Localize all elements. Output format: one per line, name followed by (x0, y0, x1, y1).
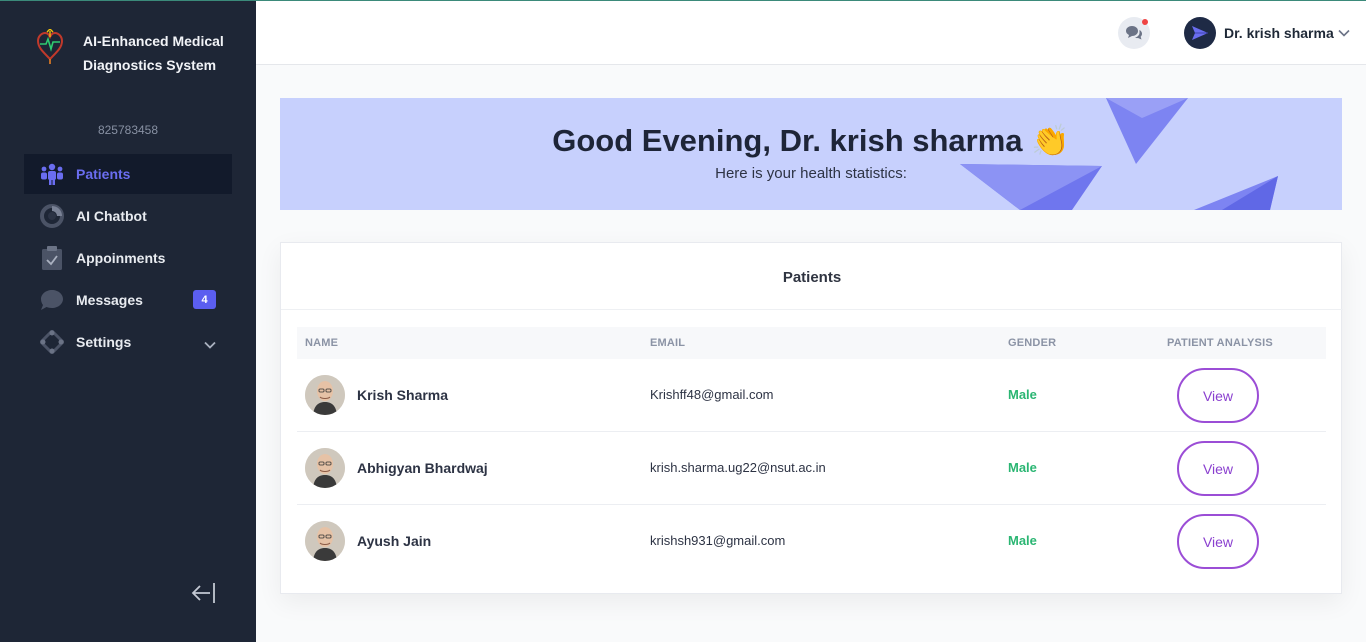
heart-logo-icon (36, 29, 64, 64)
patient-email: krishsh931@gmail.com (650, 533, 786, 548)
patients-icon (40, 162, 64, 186)
brand[interactable]: AI-Enhanced Medical Diagnostics System (36, 29, 233, 77)
user-id: 825783458 (97, 123, 159, 137)
paper-plane-icon (1192, 26, 1208, 40)
table-row: Krish Sharma Krishff48@gmail.com Male Vi… (297, 359, 1326, 432)
view-analysis-button[interactable]: View (1177, 368, 1259, 423)
collapse-sidebar-icon[interactable] (190, 580, 218, 606)
patient-name: Ayush Jain (357, 533, 432, 549)
greeting-heading: Good Evening, Dr. krish sharma 👏 (552, 123, 1070, 158)
user-avatar (1184, 17, 1216, 49)
settings-icon (40, 330, 64, 354)
clipboard-check-icon (40, 246, 64, 270)
view-analysis-button[interactable]: View (1177, 514, 1259, 569)
user-menu[interactable]: Dr. krish sharma (1184, 17, 1350, 49)
sidebar-item-appoinments[interactable]: Appoinments (24, 238, 232, 278)
sidebar-item-label: Messages (76, 292, 143, 308)
patient-avatar (305, 375, 345, 415)
patient-avatar (305, 448, 345, 488)
messages-button[interactable] (1118, 17, 1150, 49)
sidebar-item-label: Settings (76, 334, 132, 350)
column-header-name: NAME (305, 337, 339, 349)
notification-dot (1142, 19, 1148, 25)
table-row: Abhigyan Bhardwaj krish.sharma.ug22@nsut… (297, 432, 1326, 505)
chat-bubble-icon (40, 288, 64, 312)
sidebar-item-label: Patients (76, 166, 131, 182)
sidebar-nav: Patients AI Chatbot Appoinments Messages… (24, 154, 232, 364)
patient-gender: Male (1008, 533, 1037, 548)
chevron-down-icon[interactable] (204, 336, 216, 354)
chat-icon (1126, 26, 1142, 40)
table-header: NAME EMAIL GENDER PATIENT ANALYSIS (297, 327, 1326, 359)
patient-gender: Male (1008, 387, 1037, 402)
patient-gender: Male (1008, 460, 1037, 475)
sidebar-item-label: AI Chatbot (76, 208, 147, 224)
sidebar-item-settings[interactable]: Settings (24, 322, 232, 362)
patient-name: Abhigyan Bhardwaj (357, 460, 488, 476)
patient-email: Krishff48@gmail.com (650, 387, 774, 402)
divider (281, 309, 1343, 310)
view-analysis-button[interactable]: View (1177, 441, 1259, 496)
sidebar-item-messages[interactable]: Messages 4 (24, 280, 232, 320)
greeting-subtitle: Here is your health statistics: (715, 165, 907, 182)
messages-count-badge: 4 (193, 290, 216, 309)
sidebar-item-ai-chatbot[interactable]: AI Chatbot (24, 196, 232, 236)
table-row: Ayush Jain krishsh931@gmail.com Male Vie… (297, 505, 1326, 578)
patient-email: krish.sharma.ug22@nsut.ac.in (650, 460, 826, 475)
patient-avatar (305, 521, 345, 561)
welcome-banner: Good Evening, Dr. krish sharma 👏 Here is… (280, 98, 1342, 210)
chart-pie-icon (40, 204, 64, 228)
brand-title: AI-Enhanced Medical Diagnostics System (83, 33, 224, 73)
column-header-email: EMAIL (650, 337, 686, 349)
patients-card: Patients NAME EMAIL GENDER PATIENT ANALY… (280, 242, 1343, 594)
sidebar-item-patients[interactable]: Patients (24, 154, 232, 194)
card-title: Patients (782, 269, 842, 286)
top-header: Dr. krish sharma (256, 1, 1366, 65)
sidebar: AI-Enhanced Medical Diagnostics System 8… (0, 1, 256, 642)
sidebar-item-label: Appoinments (76, 250, 166, 266)
user-name: Dr. krish sharma (1224, 25, 1334, 41)
patient-name: Krish Sharma (357, 387, 449, 403)
chevron-down-icon (1338, 24, 1350, 42)
column-header-patient-analysis: PATIENT ANALYSIS (1167, 337, 1273, 349)
column-header-gender: GENDER (1008, 337, 1057, 349)
